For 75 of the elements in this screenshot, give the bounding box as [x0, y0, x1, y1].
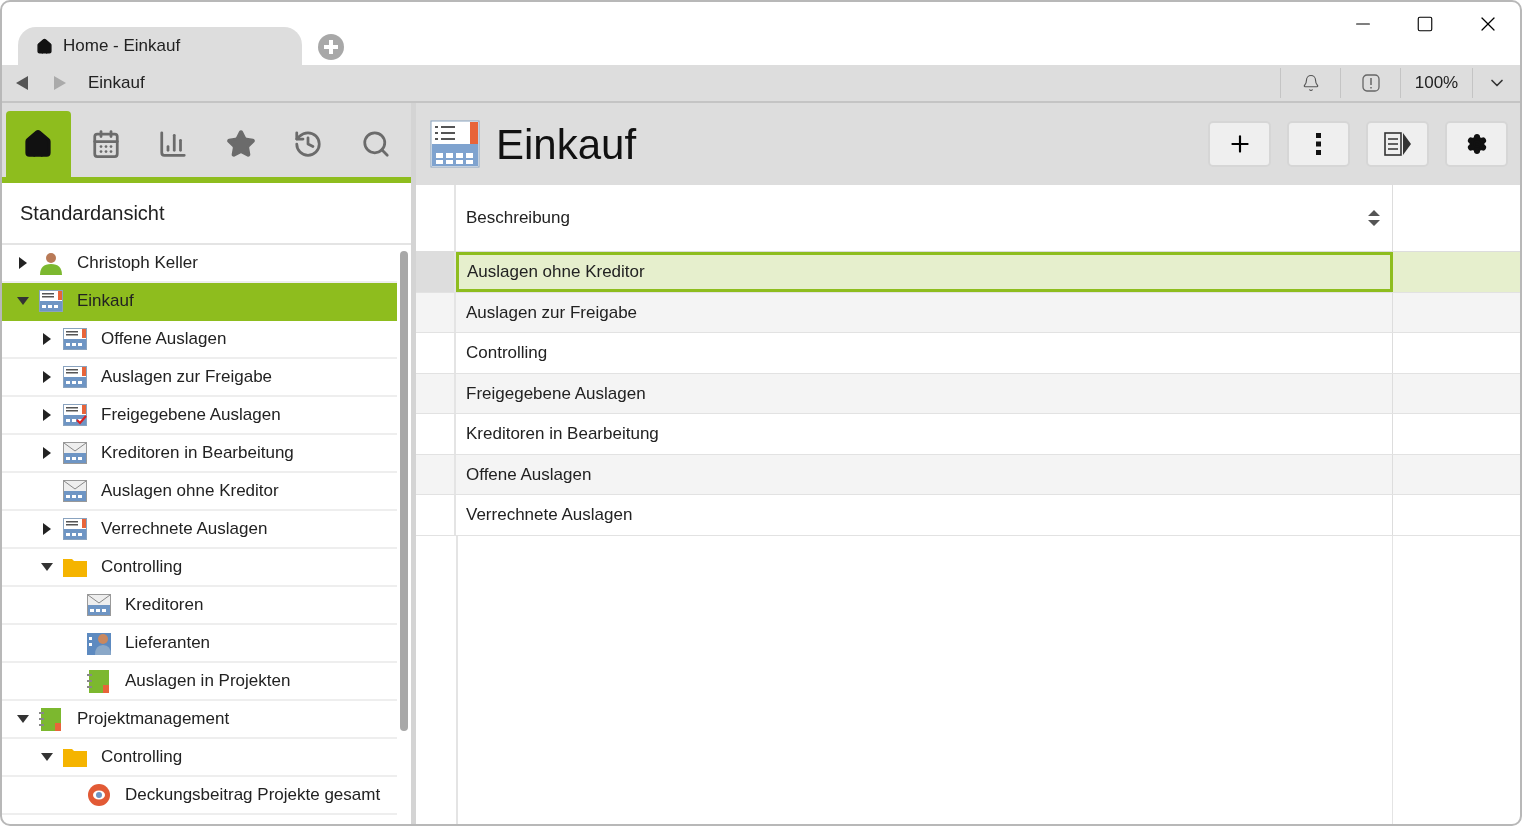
table-cell[interactable]: Kreditoren in Bearbeitung — [456, 414, 1393, 454]
bar-chart-icon — [158, 129, 189, 159]
notification-bell-icon[interactable] — [1301, 74, 1320, 92]
list-icon — [63, 518, 87, 540]
caret-right-icon[interactable] — [43, 371, 51, 383]
caret-right-icon[interactable] — [43, 333, 51, 345]
search-icon — [360, 129, 391, 159]
document-arrow-icon — [1383, 132, 1412, 156]
tree-item-label: Deckungsbeitrag Projekte gesamt — [125, 784, 381, 807]
home-icon — [36, 37, 53, 55]
tree-item-label: Kreditoren in Bearbeitung — [101, 442, 294, 465]
star-icon — [225, 129, 256, 159]
breadcrumb[interactable]: Einkauf — [88, 70, 145, 96]
tree-item-label: Einkauf — [77, 290, 134, 313]
caret-down-icon[interactable] — [17, 297, 29, 305]
back-icon[interactable] — [16, 76, 28, 90]
tree-item-label: Auslagen zur Freigabe — [101, 366, 273, 389]
tree-item-label: Lieferanten — [125, 632, 211, 655]
tab-title: Home - Einkauf — [63, 35, 181, 58]
maximize-icon[interactable] — [1416, 15, 1434, 33]
folder-icon — [63, 557, 87, 577]
sort-icon[interactable] — [1368, 210, 1380, 226]
list-icon — [63, 366, 87, 388]
add-button[interactable] — [1208, 121, 1271, 167]
list-icon — [39, 290, 63, 312]
tree-item-label: Verrechnete Auslagen — [101, 518, 268, 541]
person-icon — [39, 251, 63, 275]
page-title: Einkauf — [496, 119, 637, 170]
contact-card-icon — [87, 631, 111, 655]
alert-icon[interactable] — [1361, 74, 1380, 92]
tree-item-label: Projektmanagement — [77, 708, 230, 731]
column-header[interactable]: Beschreibung — [456, 185, 1393, 251]
tree-item[interactable]: Einkauf — [2, 283, 397, 321]
caret-right-icon[interactable] — [43, 523, 51, 535]
tree-item-label: Christoph Keller — [77, 252, 198, 275]
table-cell[interactable]: Verrechnete Auslagen — [456, 495, 1393, 535]
table-cell[interactable]: Controlling — [456, 333, 1393, 373]
calendar-icon — [90, 129, 121, 159]
caret-down-icon[interactable] — [41, 753, 53, 761]
tree-item-label: Controlling — [101, 746, 183, 769]
tree-item-label: Kreditoren — [125, 594, 204, 617]
list-icon — [63, 404, 87, 426]
envelope-list-icon — [63, 442, 87, 464]
more-button[interactable] — [1287, 121, 1350, 167]
tree-item-label: Auslagen ohne Kreditor — [101, 480, 279, 503]
caret-right-icon[interactable] — [19, 257, 27, 269]
target-icon — [87, 783, 111, 807]
scrollbar[interactable] — [400, 251, 408, 731]
envelope-list-icon — [63, 480, 87, 502]
folder-icon — [63, 747, 87, 767]
column-header-label: Beschreibung — [466, 207, 570, 230]
notebook-icon — [87, 669, 111, 693]
envelope-list-icon — [87, 594, 111, 616]
notebook-icon — [39, 707, 63, 731]
caret-right-icon[interactable] — [43, 409, 51, 421]
home-icon — [23, 129, 54, 159]
tree-item-label: Auslagen in Projekten — [125, 670, 291, 693]
browser-tab[interactable]: Home - Einkauf — [18, 27, 302, 65]
tree-item-label: Controlling — [101, 556, 183, 579]
panel-toggle-button[interactable] — [1366, 121, 1429, 167]
list-view-icon — [430, 120, 480, 168]
zoom-level[interactable]: 100% — [1414, 70, 1459, 96]
settings-button[interactable] — [1445, 121, 1508, 167]
history-icon — [293, 129, 324, 159]
caret-down-icon[interactable] — [41, 563, 53, 571]
caret-down-icon[interactable] — [17, 715, 29, 723]
tree-item-label: Offene Auslagen — [101, 328, 227, 351]
view-title: Standardansicht — [20, 201, 165, 226]
caret-right-icon[interactable] — [43, 447, 51, 459]
sidebar-tab[interactable] — [6, 111, 71, 177]
more-icon — [1316, 133, 1321, 155]
settings-icon — [1465, 133, 1488, 155]
table-cell[interactable]: Auslagen ohne Kreditor — [456, 252, 1393, 292]
list-icon — [63, 328, 87, 350]
tree-item-label: Freigegebene Auslagen — [101, 404, 281, 427]
